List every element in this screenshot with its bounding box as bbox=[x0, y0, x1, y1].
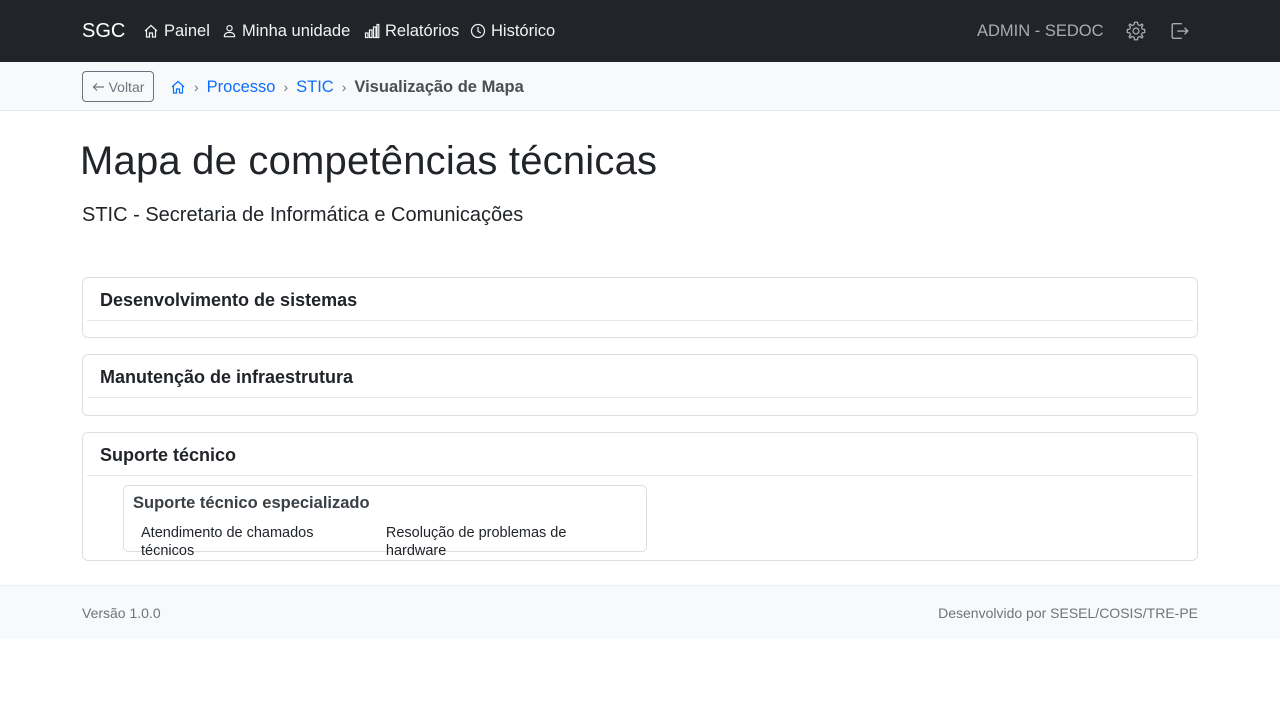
conhecimento-item: Resolução de problemas de hardware bbox=[385, 525, 567, 559]
breadcrumb: › Processo › STIC › Visualização de Mapa bbox=[170, 77, 524, 97]
footer: Versão 1.0.0 Desenvolvido por SESEL/COSI… bbox=[0, 585, 1280, 639]
nav-historico-label: Histórico bbox=[491, 21, 556, 40]
atividade-card: Suporte técnico especializado Atendiment… bbox=[123, 485, 647, 559]
nav-painel-label: Painel bbox=[164, 21, 210, 40]
brand-logo[interactable]: SGC bbox=[82, 19, 125, 43]
competencia-title: Manutenção de infraestrutura bbox=[87, 355, 1193, 398]
nav-minha-unidade-label: Minha unidade bbox=[242, 21, 351, 40]
competencia-card: Desenvolvimento de sistemas bbox=[82, 277, 1198, 338]
breadcrumb-link-processo[interactable]: Processo bbox=[207, 77, 276, 97]
breadcrumb-separator: › bbox=[194, 79, 199, 95]
house-icon[interactable] bbox=[170, 79, 186, 95]
arrow-left-icon bbox=[92, 82, 104, 91]
nav-minha-unidade[interactable]: Minha unidade bbox=[222, 20, 350, 42]
competencia-card: Suporte técnico Suporte técnico especial… bbox=[82, 432, 1198, 561]
page-subtitle: STIC - Secretaria de Informática e Comun… bbox=[82, 204, 524, 226]
back-button[interactable]: Voltar bbox=[82, 71, 154, 102]
bar-chart-icon bbox=[364, 23, 380, 39]
competencia-card: Manutenção de infraestrutura bbox=[82, 354, 1198, 416]
breadcrumb-link-stic[interactable]: STIC bbox=[296, 77, 334, 97]
breadcrumb-bar: Voltar › Processo › STIC › Visualização … bbox=[0, 62, 1280, 111]
breadcrumb-current: Visualização de Mapa bbox=[354, 78, 524, 96]
page-title: Mapa de competências técnicas bbox=[80, 139, 658, 183]
conhecimento-item: Atendimento de chamados técnicos bbox=[141, 525, 314, 559]
user-label: ADMIN - SEDOC bbox=[977, 22, 1104, 40]
clock-icon bbox=[470, 23, 486, 39]
atividade-title: Suporte técnico especializado bbox=[133, 494, 370, 512]
back-button-label: Voltar bbox=[108, 78, 145, 95]
gear-icon bbox=[1126, 21, 1146, 41]
logout-icon bbox=[1171, 22, 1189, 40]
nav-relatorios[interactable]: Relatórios bbox=[364, 20, 459, 42]
nav-painel[interactable]: Painel bbox=[143, 20, 210, 42]
version-label: Versão 1.0.0 bbox=[82, 605, 161, 621]
competencia-title: Desenvolvimento de sistemas bbox=[87, 278, 1193, 321]
breadcrumb-separator: › bbox=[283, 79, 289, 95]
conhecimentos-list: Atendimento de chamados técnicos Resoluç… bbox=[141, 524, 646, 560]
house-icon bbox=[144, 24, 158, 38]
top-navbar: SGC Painel Minha unidade Relatórios Hist… bbox=[0, 0, 1280, 62]
nav-historico[interactable]: Histórico bbox=[470, 20, 555, 42]
logout-button[interactable] bbox=[1169, 20, 1191, 42]
credits-label: Desenvolvido por SESEL/COSIS/TRE-PE bbox=[938, 605, 1198, 621]
settings-button[interactable] bbox=[1125, 20, 1147, 42]
breadcrumb-separator: › bbox=[341, 79, 347, 95]
nav-relatorios-label: Relatórios bbox=[385, 21, 460, 40]
person-icon bbox=[223, 25, 236, 38]
competencia-title: Suporte técnico bbox=[87, 433, 1193, 476]
